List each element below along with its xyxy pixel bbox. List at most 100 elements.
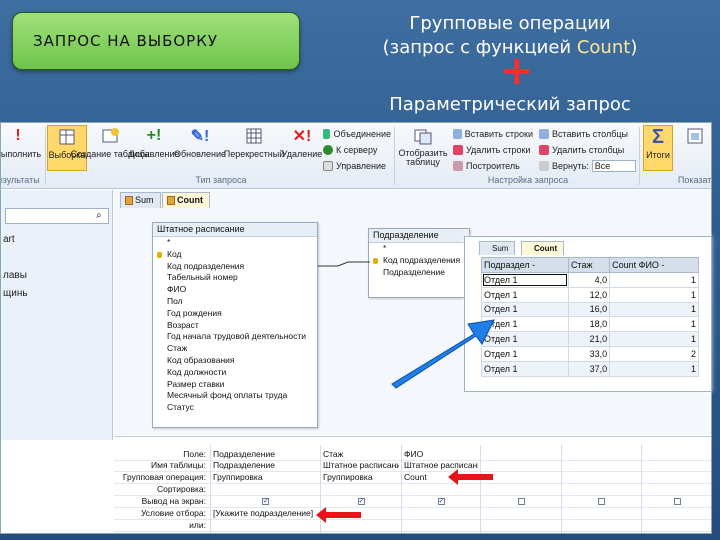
column-header-count-fio[interactable]: Count ФИО -: [609, 257, 699, 273]
show-checkbox[interactable]: [598, 498, 605, 505]
field-item[interactable]: Размер ставки: [153, 379, 317, 391]
field-item[interactable]: Код: [153, 249, 317, 261]
table-cell[interactable]: 2: [609, 345, 699, 362]
return-select[interactable]: Вернуть: Все: [539, 159, 639, 173]
totals-button[interactable]: Σ Итоги: [643, 125, 673, 171]
separator: [45, 127, 46, 185]
nav-item[interactable]: art: [3, 234, 15, 245]
table-cell[interactable]: 18,0: [567, 316, 611, 333]
union-cmd[interactable]: Объединение: [323, 127, 391, 141]
field-item[interactable]: Табельный номер: [153, 272, 317, 284]
field-item[interactable]: Код подразделения: [369, 255, 469, 267]
qbe-cell-field[interactable]: Стаж: [323, 449, 399, 459]
table-cell[interactable]: 4,0: [567, 272, 611, 288]
tab-sum[interactable]: Sum: [120, 192, 161, 208]
show-checkbox[interactable]: ✓: [262, 498, 269, 505]
field-item[interactable]: Пол: [153, 296, 317, 308]
qbe-cell-field[interactable]: Подразделение: [213, 449, 318, 459]
insert-rows-icon: [453, 129, 462, 139]
show-checkbox[interactable]: ✓: [437, 498, 445, 505]
table-cell[interactable]: 21,0: [567, 331, 611, 347]
department-table-title: Подразделение: [369, 229, 469, 243]
make-table-button[interactable]: Создание таблицы: [71, 125, 149, 171]
table-cell[interactable]: Отдел 1: [481, 286, 569, 303]
show-checkbox[interactable]: ✓: [357, 498, 365, 505]
department-table-box[interactable]: Подразделение * Код подразделения Подразде…: [368, 228, 470, 298]
table-cell[interactable]: 37,0: [567, 360, 611, 377]
result-tab-sum[interactable]: Sum: [479, 241, 516, 255]
table-cell[interactable]: 1: [609, 286, 699, 303]
run-button[interactable]: ! Выполнить: [1, 125, 41, 171]
qbe-cell-table[interactable]: Штатное расписание: [404, 460, 478, 470]
delete-rows-icon: [453, 145, 463, 155]
field-item[interactable]: Стаж: [153, 343, 317, 355]
field-item[interactable]: Месячный фонд оплаты труда: [153, 390, 317, 402]
table-cell[interactable]: 1: [609, 360, 699, 377]
table-cell[interactable]: 12,0: [567, 286, 611, 303]
table-cell[interactable]: 1: [609, 316, 699, 333]
staff-field-list: * Код Код подразделения Табельный номер ФИО П…: [153, 237, 317, 414]
qbe-cell-table[interactable]: Подразделение: [213, 460, 318, 470]
table-row[interactable]: Отдел 1 33,0 2: [481, 345, 699, 362]
append-button[interactable]: +! Добавление: [129, 125, 180, 171]
crosstab-button[interactable]: Перекрестный: [224, 125, 284, 171]
delete-rows-cmd[interactable]: Удалить строки: [453, 143, 533, 157]
field-item[interactable]: *: [369, 243, 469, 255]
show-checkbox[interactable]: [674, 498, 681, 505]
field-item[interactable]: *: [153, 237, 317, 249]
delete-columns-cmd[interactable]: Удалить столбцы: [539, 143, 639, 157]
column-header-department[interactable]: Подраздел -: [481, 257, 569, 273]
append-icon: +!: [146, 127, 162, 144]
badge-text: ЗАПРОС НА ВЫБОРКУ: [33, 32, 219, 50]
insert-columns-cmd[interactable]: Вставить столбцы: [539, 127, 639, 141]
qbe-cell-total[interactable]: Группировка: [323, 472, 399, 482]
field-item[interactable]: Код образования: [153, 355, 317, 367]
nav-item[interactable]: лавы: [3, 270, 27, 281]
table-cell[interactable]: 1: [609, 331, 699, 347]
result-tab-count[interactable]: Count: [521, 241, 565, 255]
qbe-cell-total[interactable]: Группировка: [213, 472, 318, 482]
table-row[interactable]: Отдел 1 12,0 1: [481, 286, 699, 303]
field-item[interactable]: Возраст: [153, 320, 317, 332]
nav-search-input[interactable]: [5, 208, 109, 224]
table-row[interactable]: Отдел 1 4,0 1: [481, 272, 699, 288]
field-item[interactable]: Подразделение: [369, 267, 469, 279]
field-item[interactable]: ФИО: [153, 284, 317, 296]
field-item[interactable]: Код подразделения: [153, 261, 317, 273]
field-item[interactable]: Год рождения: [153, 308, 317, 320]
qbe-cell-table[interactable]: Штатное расписание: [323, 460, 399, 470]
grid-line: [561, 445, 562, 533]
tab-count[interactable]: Count: [162, 192, 210, 208]
table-row[interactable]: Отдел 1 16,0 1: [481, 301, 699, 318]
field-item[interactable]: Код должности: [153, 367, 317, 379]
qbe-cell-criteria[interactable]: [Укажите подразделение]: [213, 508, 318, 518]
parameters-button[interactable]: [677, 125, 711, 171]
table-row[interactable]: Отдел 1 18,0 1: [481, 316, 699, 333]
grid-line: [114, 531, 711, 532]
return-value[interactable]: Все: [591, 160, 636, 172]
passthrough-cmd[interactable]: К серверу: [323, 143, 391, 157]
field-item[interactable]: Год начала трудовой деятельности: [153, 331, 317, 343]
table-cell[interactable]: 1: [609, 301, 699, 318]
show-table-button[interactable]: Отобразить таблицу: [397, 125, 449, 171]
insert-rows-cmd[interactable]: Вставить строки: [453, 127, 533, 141]
staff-table-box[interactable]: Штатное расписание * Код Код подразделения…: [152, 222, 318, 428]
table-cell[interactable]: Отдел 1: [481, 272, 569, 288]
parameters-icon: [684, 125, 706, 147]
table-row[interactable]: Отдел 1 37,0 1: [481, 360, 699, 377]
data-definition-cmd[interactable]: Управление: [323, 159, 391, 173]
update-button[interactable]: ✎! Обновление: [174, 125, 226, 171]
delete-button[interactable]: ✕! Удаление: [282, 125, 323, 171]
select-query-button[interactable]: Выборка: [47, 125, 87, 171]
field-item[interactable]: Статус: [153, 402, 317, 414]
column-header-experience[interactable]: Стаж: [567, 257, 611, 273]
table-cell[interactable]: 33,0: [567, 345, 611, 362]
table-cell[interactable]: 16,0: [567, 301, 611, 318]
builder-cmd[interactable]: Построитель: [453, 159, 533, 173]
nav-item[interactable]: щинь: [3, 288, 28, 299]
qbe-cell-field[interactable]: ФИО: [404, 449, 478, 459]
table-row[interactable]: Отдел 1 21,0 1: [481, 331, 699, 347]
show-checkbox[interactable]: [517, 498, 525, 505]
table-cell[interactable]: 1: [609, 272, 699, 288]
search-icon[interactable]: ⌕: [96, 210, 102, 221]
